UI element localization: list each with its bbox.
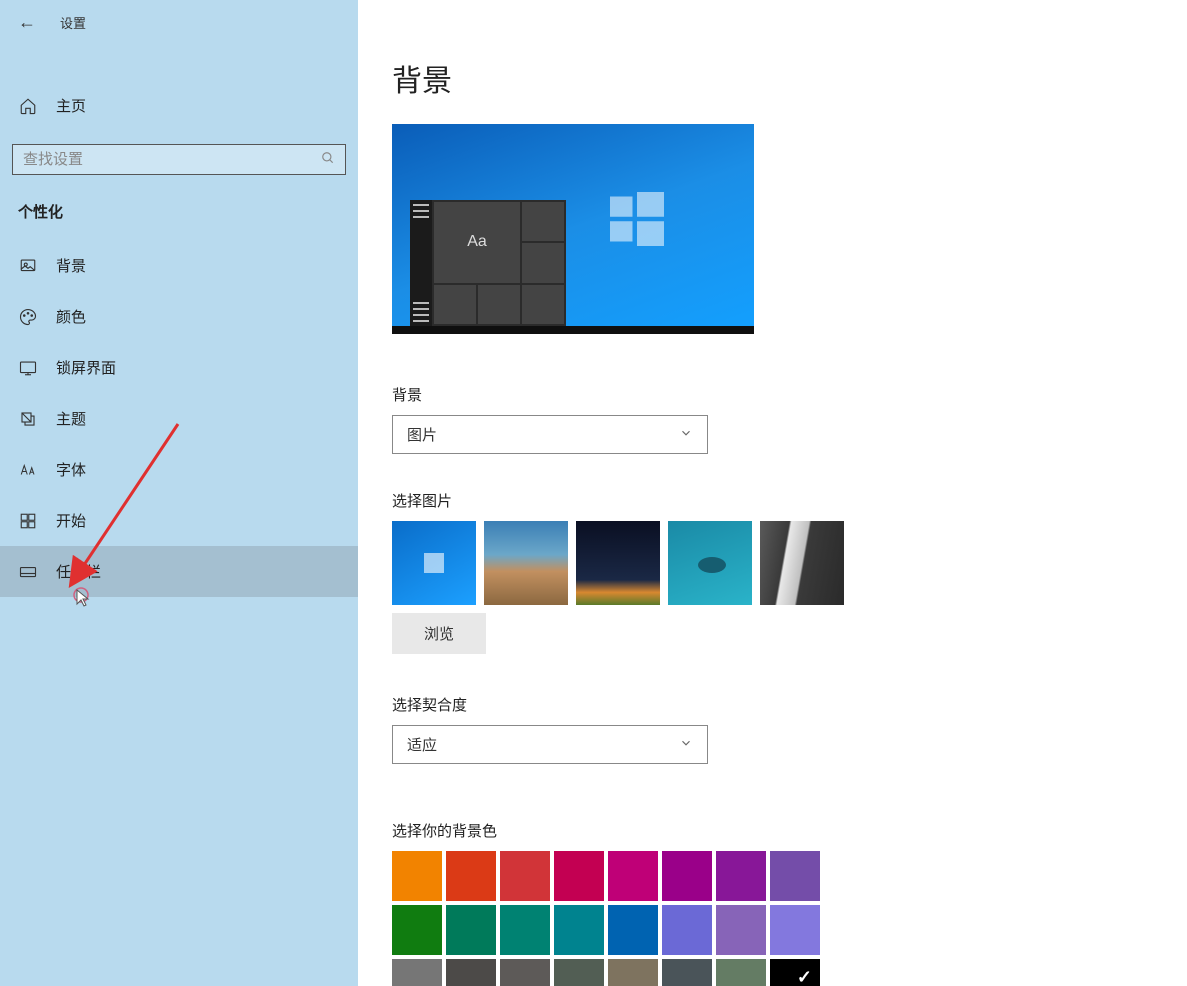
color-swatch[interactable]: [770, 959, 820, 986]
sidebar-item-colors[interactable]: 颜色: [0, 291, 358, 342]
fit-dropdown-value: 适应: [407, 734, 437, 755]
picture-thumb-3[interactable]: [576, 521, 660, 605]
browse-button[interactable]: 浏览: [392, 613, 486, 654]
fit-dropdown[interactable]: 适应: [392, 725, 708, 764]
sidebar-item-label: 背景: [56, 255, 86, 276]
desktop-preview: Aa: [392, 124, 754, 334]
sidebar-item-label: 颜色: [56, 306, 86, 327]
colors-icon: [18, 308, 38, 326]
fit-label: 选择契合度: [392, 694, 1153, 715]
fonts-icon: [18, 461, 38, 479]
picture-thumb-4[interactable]: [668, 521, 752, 605]
color-swatch[interactable]: [716, 851, 766, 901]
home-label: 主页: [56, 95, 86, 116]
choose-picture-label: 选择图片: [392, 490, 1153, 511]
color-swatch[interactable]: [716, 959, 766, 986]
sidebar-item-label: 锁屏界面: [56, 357, 116, 378]
color-swatch[interactable]: [500, 905, 550, 955]
color-swatch[interactable]: [446, 851, 496, 901]
search-icon: [321, 151, 335, 168]
picture-thumbnails: [392, 521, 1153, 605]
color-swatch[interactable]: [608, 959, 658, 986]
search-box[interactable]: [12, 144, 346, 175]
color-swatch[interactable]: [392, 959, 442, 986]
section-title: 个性化: [0, 189, 358, 240]
color-swatch[interactable]: [770, 851, 820, 901]
color-swatch[interactable]: [554, 905, 604, 955]
sidebar-item-label: 主题: [56, 408, 86, 429]
taskbar-preview: [392, 326, 754, 334]
taskbar-icon: [18, 563, 38, 581]
color-swatch[interactable]: [554, 851, 604, 901]
search-input[interactable]: [23, 151, 321, 168]
color-swatch[interactable]: [392, 851, 442, 901]
start-menu-preview: Aa: [410, 200, 566, 326]
color-swatch[interactable]: [716, 905, 766, 955]
sidebar-item-label: 任务栏: [56, 561, 101, 582]
color-swatch[interactable]: [554, 959, 604, 986]
color-swatch[interactable]: [770, 905, 820, 955]
background-dropdown[interactable]: 图片: [392, 415, 708, 454]
sidebar-item-themes[interactable]: 主题: [0, 393, 358, 444]
bgcolor-label: 选择你的背景色: [392, 820, 1153, 841]
picture-thumb-1[interactable]: [392, 521, 476, 605]
sidebar-item-background[interactable]: 背景: [0, 240, 358, 291]
background-label: 背景: [392, 384, 1153, 405]
back-button[interactable]: ←: [18, 12, 36, 33]
settings-title: 设置: [60, 13, 86, 32]
sidebar-item-lockscreen[interactable]: 锁屏界面: [0, 342, 358, 393]
color-swatch[interactable]: [500, 959, 550, 986]
color-swatch[interactable]: [662, 959, 712, 986]
chevron-down-icon: [679, 736, 693, 754]
home-icon: [18, 97, 38, 115]
color-swatch[interactable]: [446, 959, 496, 986]
color-grid: [392, 851, 1153, 986]
background-dropdown-value: 图片: [407, 424, 437, 445]
color-swatch[interactable]: [608, 905, 658, 955]
sidebar-item-start[interactable]: 开始: [0, 495, 358, 546]
sidebar-item-label: 开始: [56, 510, 86, 531]
preview-tile-text: Aa: [434, 202, 520, 283]
sidebar-item-fonts[interactable]: 字体: [0, 444, 358, 495]
themes-icon: [18, 410, 38, 428]
main-content: 背景 Aa 背景 图片 选择图片 浏览 选择契合: [358, 0, 1187, 986]
color-swatch[interactable]: [500, 851, 550, 901]
color-swatch[interactable]: [392, 905, 442, 955]
color-swatch[interactable]: [608, 851, 658, 901]
start-icon: [18, 512, 38, 530]
picture-thumb-2[interactable]: [484, 521, 568, 605]
windows-logo-icon: [610, 192, 664, 246]
sidebar-item-taskbar[interactable]: 任务栏: [0, 546, 358, 597]
color-swatch[interactable]: [662, 851, 712, 901]
sidebar-item-label: 字体: [56, 459, 86, 480]
picture-thumb-5[interactable]: [760, 521, 844, 605]
background-icon: [18, 257, 38, 275]
color-swatch[interactable]: [446, 905, 496, 955]
sidebar-header: ← 设置: [0, 0, 358, 45]
color-swatch[interactable]: [662, 905, 712, 955]
sidebar: ← 设置 主页 个性化 背景颜色锁屏界面主题字体开始任务栏: [0, 0, 358, 986]
chevron-down-icon: [679, 426, 693, 444]
home-link[interactable]: 主页: [0, 81, 358, 130]
lockscreen-icon: [18, 359, 38, 377]
page-title: 背景: [392, 56, 1153, 100]
